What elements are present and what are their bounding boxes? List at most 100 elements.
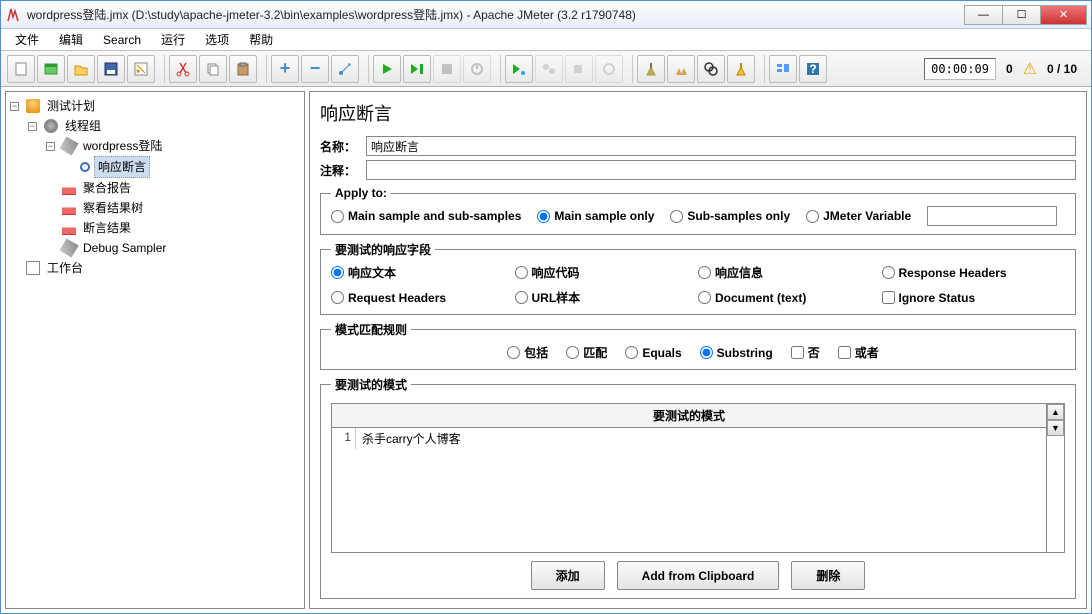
cut-button[interactable] (169, 55, 197, 83)
tree-node-response-assertion[interactable]: 响应断言 (64, 156, 302, 178)
menu-file[interactable]: 文件 (7, 29, 47, 50)
clear-all-button[interactable] (667, 55, 695, 83)
maximize-button[interactable]: ☐ (1002, 5, 1041, 25)
field-document-radio[interactable] (698, 291, 711, 304)
expand-button[interactable]: + (271, 55, 299, 83)
tree-node-aggregate-report[interactable]: 聚合报告 (46, 178, 302, 198)
reset-search-button[interactable] (727, 55, 755, 83)
spinner-up-icon[interactable]: ▲ (1047, 404, 1064, 420)
matching-rule-legend: 模式匹配规则 (331, 321, 411, 338)
function-helper-button[interactable] (769, 55, 797, 83)
save-as-button[interactable] (127, 55, 155, 83)
new-button[interactable] (7, 55, 35, 83)
window-title: wordpress登陆.jmx (D:\study\apache-jmeter-… (27, 6, 965, 23)
add-button[interactable]: 添加 (531, 561, 605, 590)
close-button[interactable]: ✕ (1040, 5, 1087, 25)
open-button[interactable] (67, 55, 95, 83)
warning-count: 0 (998, 62, 1021, 76)
patterns-legend: 要测试的模式 (331, 376, 411, 393)
remote-stop-button[interactable] (565, 55, 593, 83)
patterns-fieldset: 要测试的模式 要测试的模式 1 杀手carry个人博客 ▲ ▼ (320, 376, 1076, 599)
remote-start-all-button[interactable] (535, 55, 563, 83)
collapse-button[interactable]: − (301, 55, 329, 83)
field-message-radio[interactable] (698, 266, 711, 279)
menu-search[interactable]: Search (95, 31, 149, 49)
tree-toggle-icon[interactable]: − (46, 142, 55, 151)
field-code-radio[interactable] (515, 266, 528, 279)
rule-not-checkbox[interactable] (791, 346, 804, 359)
gear-icon (44, 119, 58, 133)
start-no-pause-button[interactable] (403, 55, 431, 83)
toolbar: + − ? 00:00:09 0 ⚠ 0 / 10 (1, 51, 1091, 87)
chart-icon (62, 181, 76, 195)
apply-variable-radio[interactable] (806, 210, 819, 223)
dropper-icon (59, 136, 78, 155)
rule-equals-radio[interactable] (625, 346, 638, 359)
apply-to-legend: Apply to: (331, 186, 391, 200)
tree-node-sampler[interactable]: −wordpress登陆 响应断言 (46, 136, 302, 178)
tree-node-assertion-results[interactable]: 断言结果 (46, 218, 302, 238)
menu-run[interactable]: 运行 (153, 29, 193, 50)
field-url-radio[interactable] (515, 291, 528, 304)
matching-rule-fieldset: 模式匹配规则 包括 匹配 Equals Substring 否 或者 (320, 321, 1076, 370)
delete-button[interactable]: 删除 (791, 561, 865, 590)
comment-label: 注释： (320, 162, 366, 179)
flask-icon (26, 99, 40, 113)
tree-toggle-icon[interactable]: − (10, 102, 19, 111)
response-field-fieldset: 要测试的响应字段 响应文本 响应代码 响应信息 Response Headers… (320, 241, 1076, 315)
minimize-button[interactable]: — (964, 5, 1003, 25)
apply-main-radio[interactable] (537, 210, 550, 223)
field-text-radio[interactable] (331, 266, 344, 279)
menu-edit[interactable]: 编辑 (51, 29, 91, 50)
tree-node-thread-group[interactable]: −线程组 −wordpress登陆 响应断言 (28, 116, 302, 258)
table-row[interactable]: 1 杀手carry个人博客 (332, 428, 1046, 449)
tree-node-test-plan[interactable]: −测试计划 −线程组 −wordpress登陆 响应断言 (10, 96, 302, 258)
apply-main-sub-radio[interactable] (331, 210, 344, 223)
svg-text:?: ? (809, 62, 816, 76)
rule-contains-radio[interactable] (507, 346, 520, 359)
name-input[interactable] (366, 136, 1076, 156)
tree-node-view-results-tree[interactable]: 察看结果树 (46, 198, 302, 218)
copy-button[interactable] (199, 55, 227, 83)
rule-or-checkbox[interactable] (838, 346, 851, 359)
tree-node-workbench[interactable]: 工作台 (10, 258, 302, 278)
paste-button[interactable] (229, 55, 257, 83)
search-tree-button[interactable] (697, 55, 725, 83)
jmeter-variable-input[interactable] (927, 206, 1057, 226)
menubar: 文件 编辑 Search 运行 选项 帮助 (1, 29, 1091, 51)
warning-icon[interactable]: ⚠ (1023, 59, 1037, 79)
clear-button[interactable] (637, 55, 665, 83)
start-remote-button[interactable] (505, 55, 533, 83)
patterns-table[interactable]: 要测试的模式 1 杀手carry个人博客 ▲ ▼ (331, 403, 1065, 553)
menu-help[interactable]: 帮助 (241, 29, 281, 50)
spinner-down-icon[interactable]: ▼ (1047, 420, 1064, 436)
menu-options[interactable]: 选项 (197, 29, 237, 50)
dropper-icon (59, 238, 78, 257)
app-icon (5, 7, 21, 23)
tree-toggle-icon[interactable]: − (28, 122, 37, 131)
help-button[interactable]: ? (799, 55, 827, 83)
thread-counter: 0 / 10 (1039, 62, 1085, 76)
rule-substring-radio[interactable] (700, 346, 713, 359)
field-request-headers-radio[interactable] (331, 291, 344, 304)
remote-shutdown-button[interactable] (595, 55, 623, 83)
patterns-table-body[interactable]: 1 杀手carry个人博客 (332, 428, 1046, 552)
toggle-button[interactable] (331, 55, 359, 83)
shutdown-button[interactable] (463, 55, 491, 83)
field-response-headers-radio[interactable] (882, 266, 895, 279)
row-value[interactable]: 杀手carry个人博客 (356, 428, 1046, 449)
apply-sub-radio[interactable] (670, 210, 683, 223)
test-plan-tree[interactable]: −测试计划 −线程组 −wordpress登陆 响应断言 (5, 91, 305, 609)
add-from-clipboard-button[interactable]: Add from Clipboard (617, 561, 780, 590)
name-label: 名称： (320, 138, 366, 155)
start-button[interactable] (373, 55, 401, 83)
comment-input[interactable] (366, 160, 1076, 180)
stop-button[interactable] (433, 55, 461, 83)
tree-node-debug-sampler[interactable]: Debug Sampler (46, 238, 302, 258)
row-index: 1 (332, 428, 356, 449)
rule-matches-radio[interactable] (566, 346, 579, 359)
ignore-status-checkbox[interactable] (882, 291, 895, 304)
save-button[interactable] (97, 55, 125, 83)
templates-button[interactable] (37, 55, 65, 83)
response-field-legend: 要测试的响应字段 (331, 241, 435, 258)
